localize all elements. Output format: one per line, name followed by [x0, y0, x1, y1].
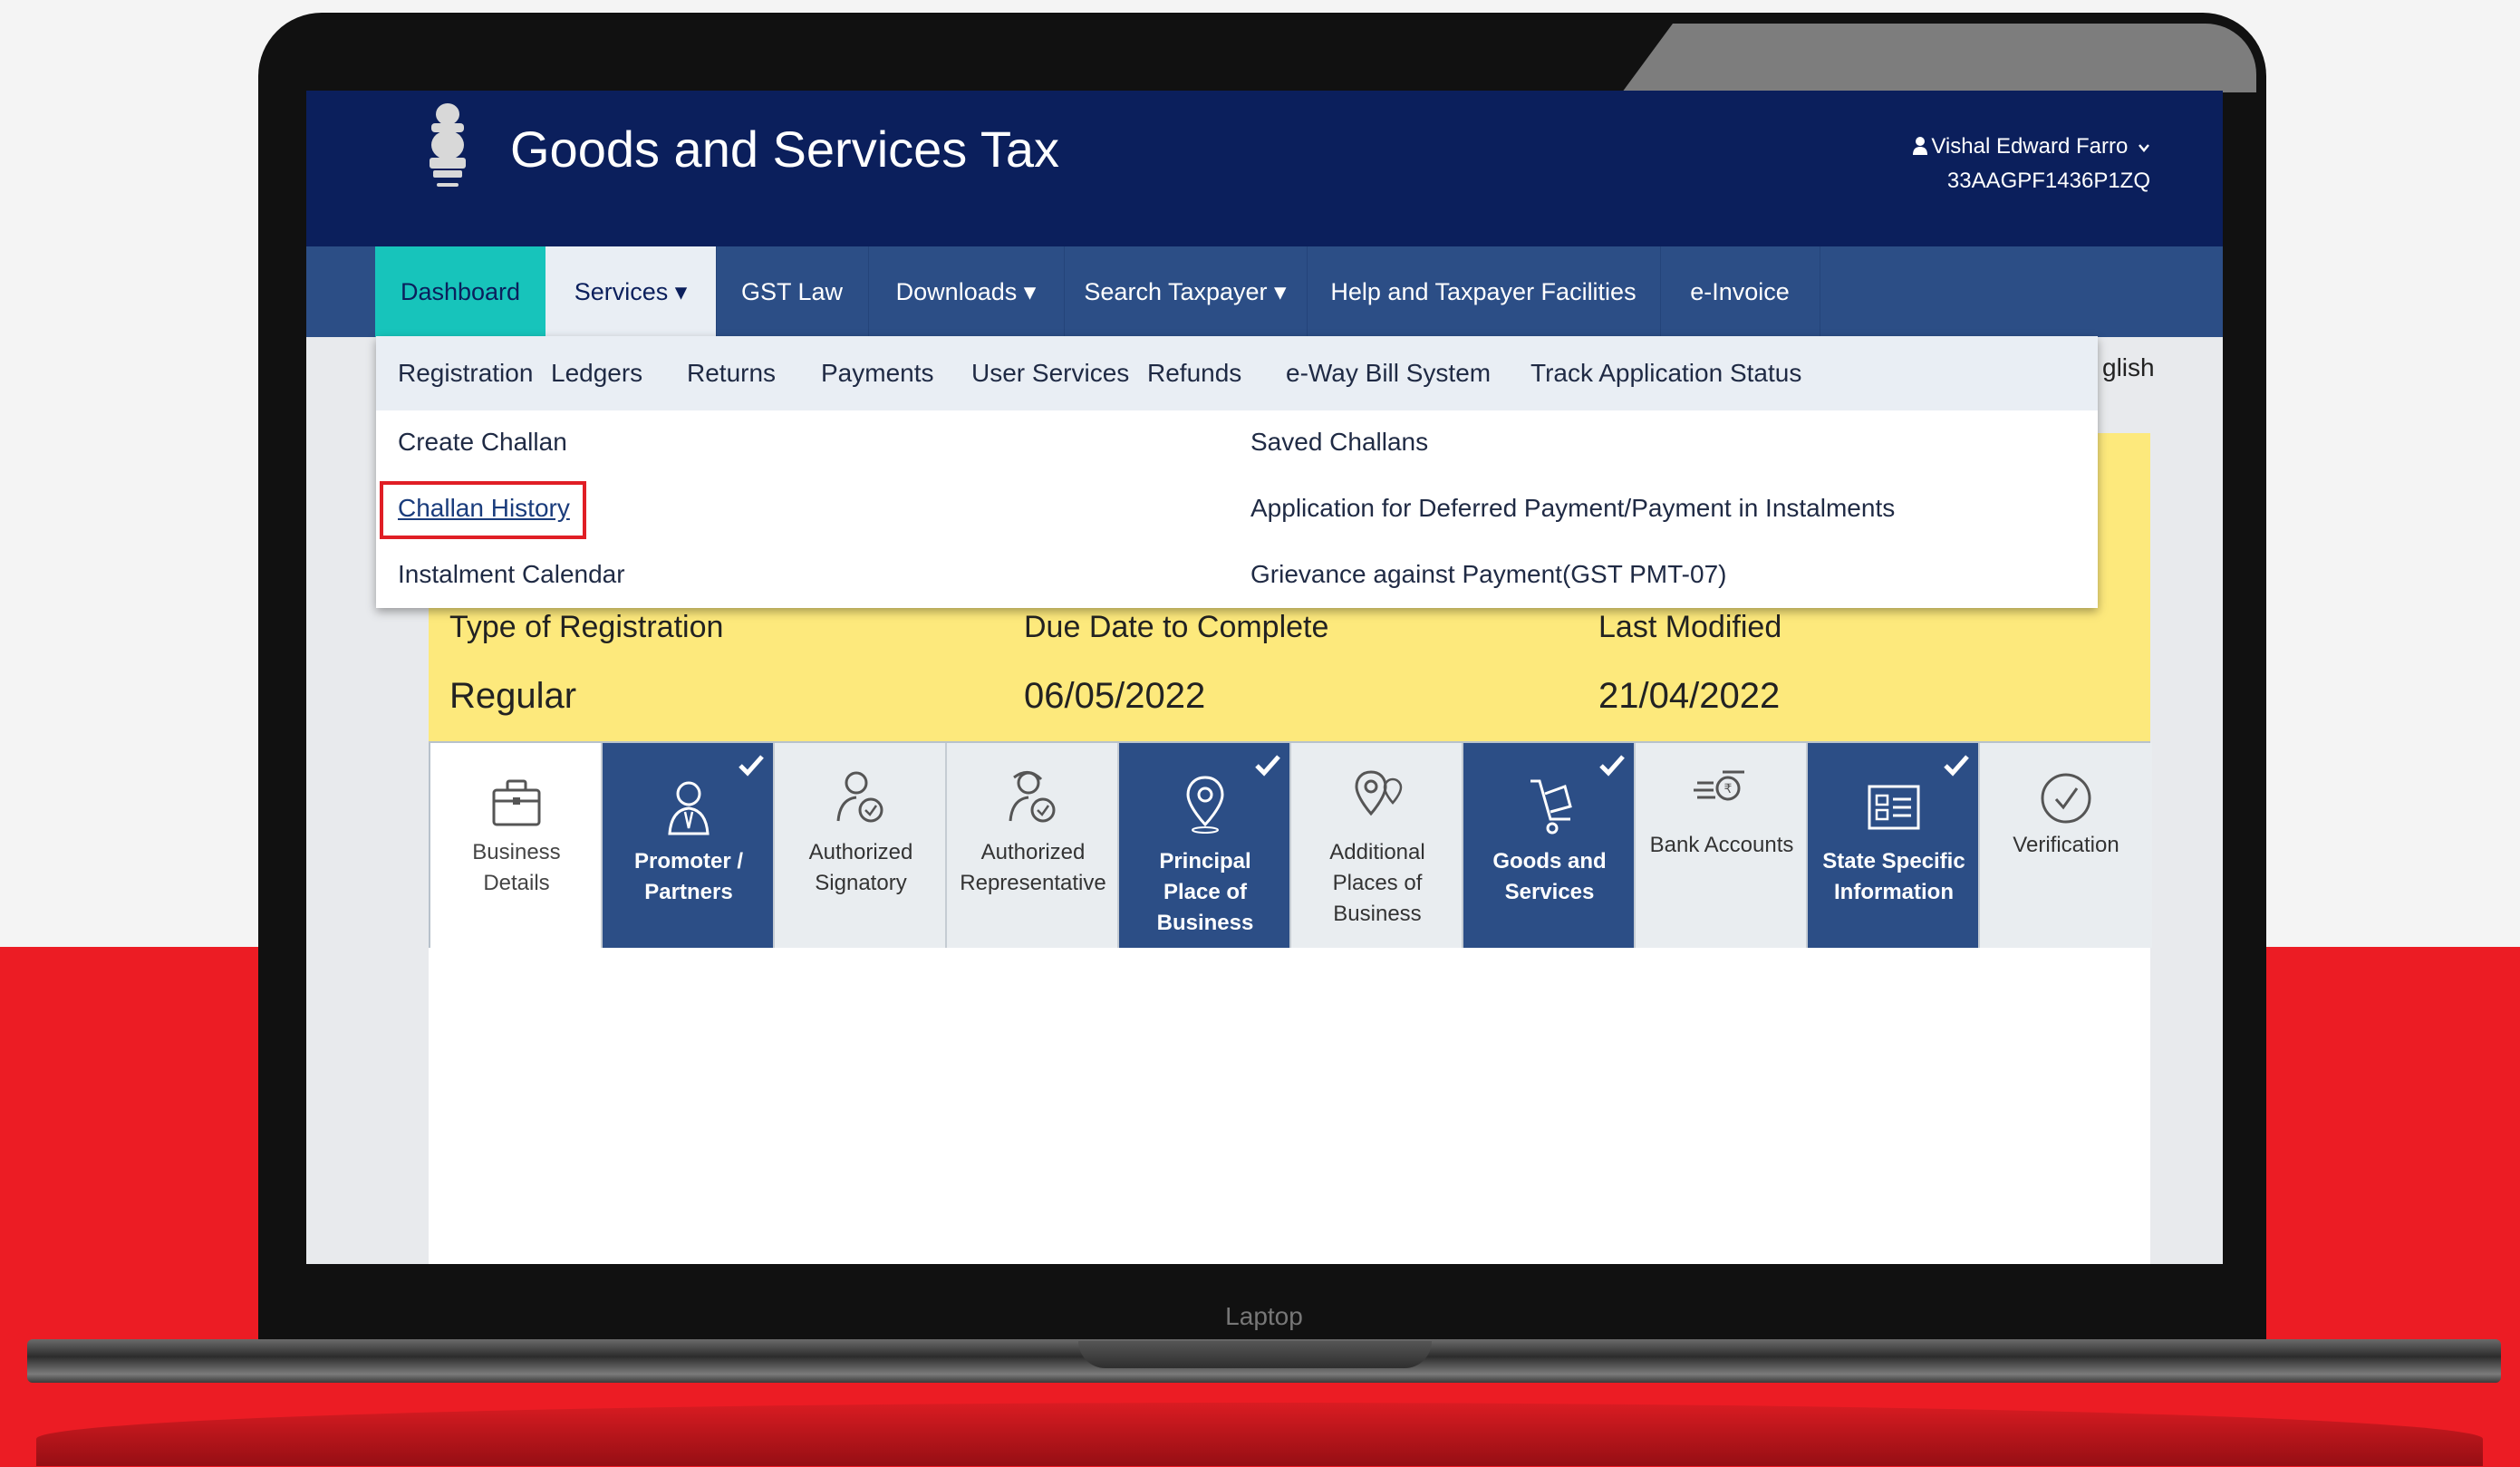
due-date-value: 06/05/2022: [1024, 676, 1206, 716]
last-modified-value: 21/04/2022: [1598, 676, 1781, 716]
registration-type-label: Type of Registration: [449, 610, 724, 644]
laptop-label: Laptop: [1225, 1302, 1303, 1330]
screen: Goods and Services Tax Vishal Edward Far…: [306, 91, 2223, 1264]
step-label: Principal Place of Business: [1156, 849, 1254, 935]
registration-steps: Business Details Promoter / Partners Aut…: [429, 741, 2152, 948]
step-label: Authorized Signatory: [808, 840, 913, 895]
language-selector[interactable]: glish: [2102, 353, 2155, 382]
services-dropdown: Registration Ledgers Returns Payments Us…: [376, 336, 2098, 608]
subnav-user-services[interactable]: User Services: [971, 336, 1129, 410]
subnav-eway-bill-system[interactable]: e-Way Bill System: [1286, 336, 1491, 410]
multi-location-icon: [1355, 770, 1403, 816]
laptop-shine: [1622, 24, 2256, 92]
step-label: Additional Places of Business: [1329, 840, 1425, 926]
step-label: Verification: [2013, 833, 2119, 857]
site-header: Goods and Services Tax Vishal Edward Far…: [306, 91, 2223, 246]
highlight-box: [380, 481, 586, 539]
checkmark-icon: [739, 755, 764, 777]
svg-text:₹: ₹: [1724, 782, 1733, 796]
last-modified-label: Last Modified: [1598, 610, 1782, 644]
nav-e-invoice[interactable]: e-Invoice: [1660, 246, 1820, 337]
step-label: Goods and Services: [1492, 849, 1607, 904]
chevron-down-icon: [2139, 144, 2149, 152]
create-challan-link[interactable]: Create Challan: [398, 428, 567, 457]
nav-services[interactable]: Services ▾: [546, 246, 717, 337]
user-icon: [1913, 137, 1928, 155]
step-label: Bank Accounts: [1649, 833, 1794, 857]
cart-icon: [1530, 779, 1572, 835]
subnav-refunds[interactable]: Refunds: [1147, 336, 1241, 410]
registration-type-value: Regular: [449, 676, 577, 716]
main-navigation: Dashboard Services ▾ GST Law Downloads ▾…: [306, 246, 2223, 337]
user-menu[interactable]: Vishal Edward Farro: [1913, 134, 2150, 159]
due-date-label: Due Date to Complete: [1024, 610, 1329, 644]
briefcase-icon: [492, 779, 541, 826]
laptop-foot: [36, 1403, 2483, 1466]
deferred-payment-link[interactable]: Application for Deferred Payment/Payment…: [1250, 494, 1895, 523]
nav-gst-law[interactable]: GST Law: [716, 246, 869, 337]
checkmark-icon: [1599, 755, 1625, 777]
saved-challans-link[interactable]: Saved Challans: [1250, 428, 1428, 457]
nav-help-taxpayer-facilities[interactable]: Help and Taxpayer Facilities: [1307, 246, 1661, 337]
content-area: [429, 948, 2150, 1264]
checkmark-icon: [1944, 755, 1969, 777]
checkmark-icon: [1255, 755, 1280, 777]
step-authorized-signatory[interactable]: Authorized Signatory: [775, 743, 947, 948]
step-verification[interactable]: Verification: [1980, 743, 2152, 948]
grievance-payment-link[interactable]: Grievance against Payment(GST PMT-07): [1250, 560, 1726, 589]
bank-icon: ₹: [1694, 770, 1744, 801]
subnav-registration[interactable]: Registration: [398, 336, 533, 410]
step-bank-accounts[interactable]: ₹ Bank Accounts: [1636, 743, 1808, 948]
nav-downloads[interactable]: Downloads ▾: [868, 246, 1065, 337]
step-additional-places-of-business[interactable]: Additional Places of Business: [1291, 743, 1463, 948]
person-icon: [668, 781, 710, 835]
instalment-calendar-link[interactable]: Instalment Calendar: [398, 560, 625, 589]
user-name: Vishal Edward Farro: [1931, 134, 2129, 159]
user-gstin: 33AAGPF1436P1ZQ: [1946, 169, 2150, 193]
representative-icon: [1009, 771, 1056, 823]
subnav-returns[interactable]: Returns: [687, 336, 776, 410]
subnav-track-application-status[interactable]: Track Application Status: [1530, 336, 1801, 410]
step-promoter-partners[interactable]: Promoter / Partners: [603, 743, 775, 948]
step-label: Promoter / Partners: [633, 849, 744, 904]
subnav-ledgers[interactable]: Ledgers: [551, 336, 642, 410]
step-state-specific-information[interactable]: State Specific Information: [1808, 743, 1980, 948]
info-form-icon: [1868, 785, 1920, 830]
services-subnav: Registration Ledgers Returns Payments Us…: [376, 336, 2098, 410]
nav-search-taxpayer[interactable]: Search Taxpayer ▾: [1064, 246, 1308, 337]
step-principal-place-of-business[interactable]: Principal Place of Business: [1119, 743, 1291, 948]
step-label: Authorized Representative: [960, 840, 1106, 895]
step-label: State Specific Information: [1822, 849, 1965, 904]
nav-dashboard[interactable]: Dashboard: [375, 246, 546, 337]
laptop-notch: [1078, 1341, 1432, 1368]
site-title: Goods and Services Tax: [510, 121, 1059, 178]
step-business-details[interactable]: Business Details: [430, 743, 603, 948]
step-authorized-representative[interactable]: Authorized Representative: [947, 743, 1119, 948]
subnav-payments[interactable]: Payments: [821, 336, 934, 410]
check-circle-icon: [2041, 773, 2091, 824]
step-label: Business Details: [472, 840, 561, 895]
step-goods-and-services[interactable]: Goods and Services: [1463, 743, 1636, 948]
location-pin-icon: [1186, 776, 1224, 834]
signatory-icon: [836, 771, 883, 823]
national-emblem-icon: [430, 103, 466, 187]
